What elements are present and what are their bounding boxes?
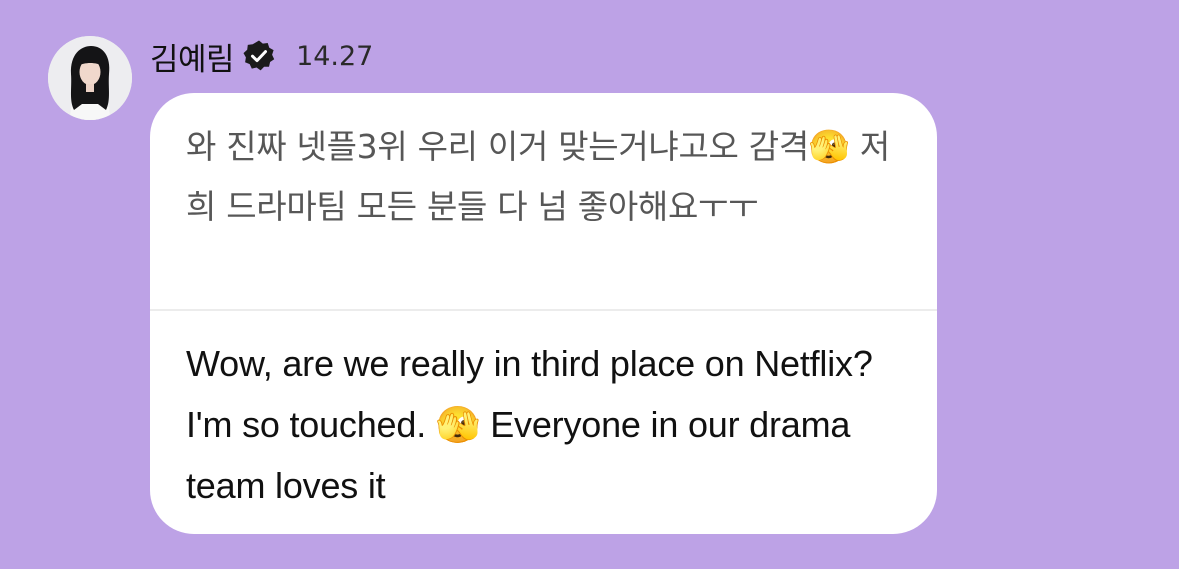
translation-divider [150,309,937,311]
sender-name[interactable]: 김예림 [150,34,235,79]
message-header: 김예림 14.27 [150,34,373,78]
message-bubble[interactable]: 와 진짜 넷플3위 우리 이거 맞는거냐고오 감격🫣 저희 드라마팀 모든 분들… [150,93,937,534]
profile-photo [48,36,132,120]
verified-badge-icon [242,39,276,73]
avatar[interactable] [48,36,132,120]
original-message-text: 와 진짜 넷플3위 우리 이거 맞는거냐고오 감격🫣 저희 드라마팀 모든 분들… [186,127,890,226]
translated-message-text: Wow, are we really in third place on Net… [186,343,873,506]
timestamp: 14.27 [296,40,374,72]
